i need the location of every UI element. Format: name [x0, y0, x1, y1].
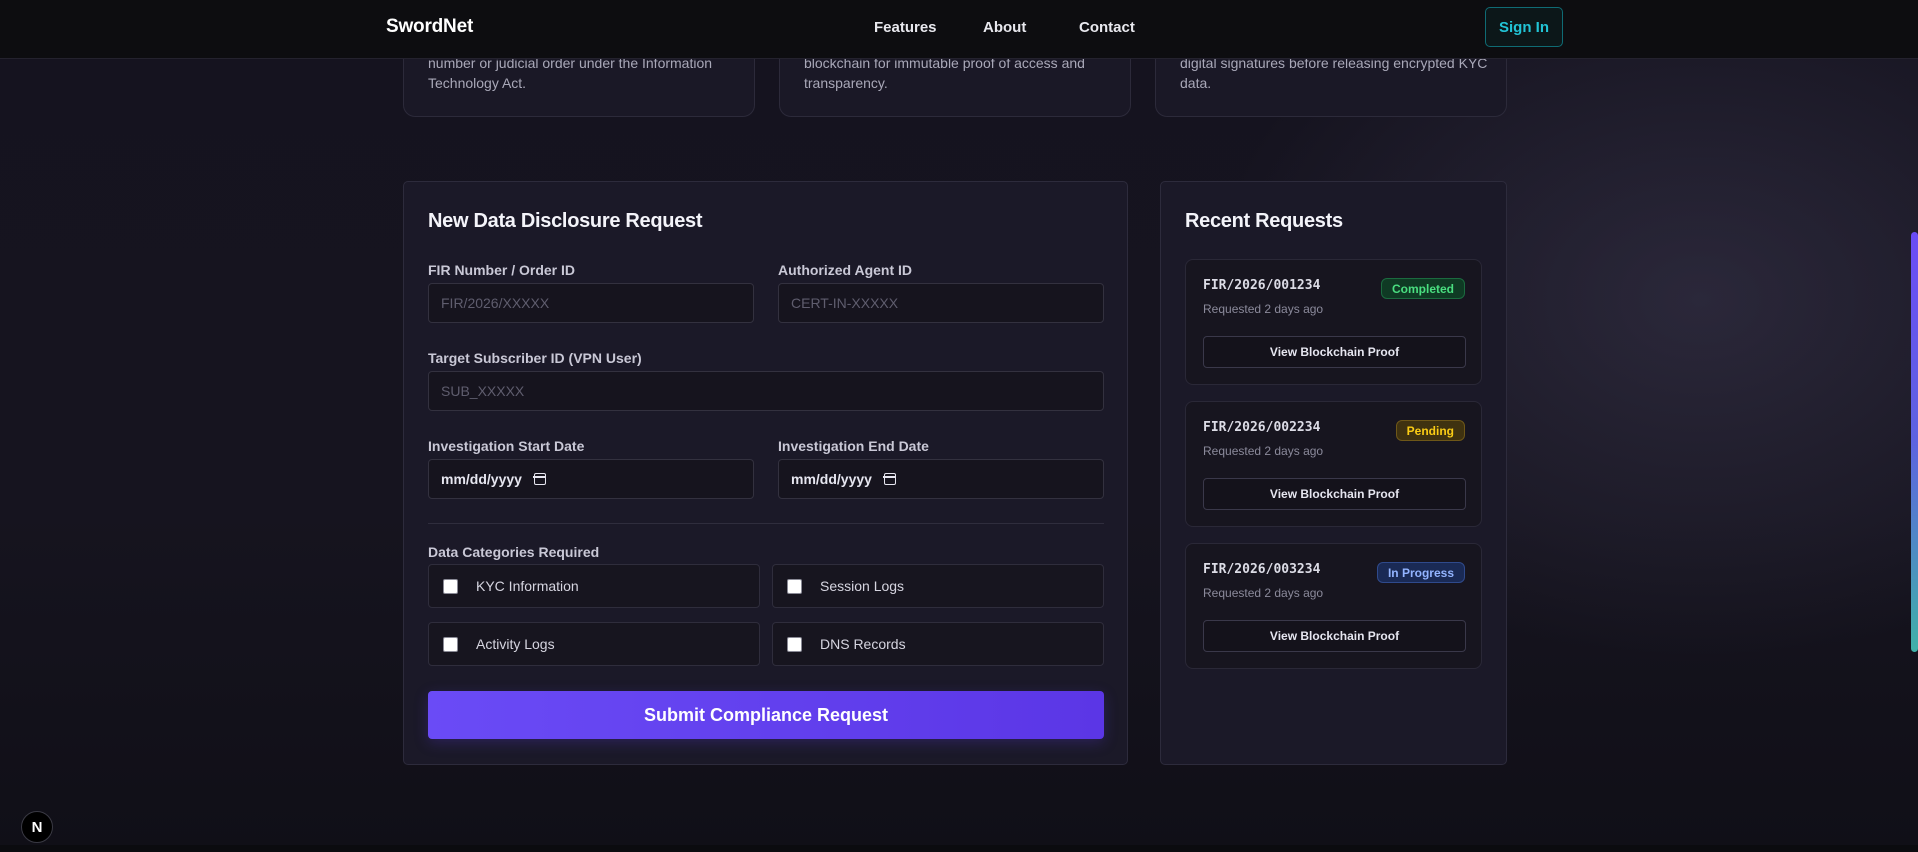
start-date-input[interactable]: mm/dd/yyyy: [428, 459, 754, 499]
feature-card-text: blockchain for immutable proof of access…: [804, 55, 1085, 91]
view-blockchain-proof-button[interactable]: View Blockchain Proof: [1203, 478, 1466, 510]
end-date-value: mm/dd/yyyy: [791, 471, 872, 487]
disclosure-request-form: New Data Disclosure Request FIR Number /…: [403, 181, 1128, 765]
submit-request-button[interactable]: Submit Compliance Request: [428, 691, 1104, 739]
request-time: Requested 2 days ago: [1203, 302, 1324, 316]
calendar-icon[interactable]: [533, 473, 547, 485]
checkbox-label: Activity Logs: [476, 636, 555, 652]
feature-card-text: digital signatures before releasing encr…: [1180, 55, 1488, 91]
request-item: FIR/2026/001234 Requested 2 days ago Com…: [1185, 259, 1482, 385]
category-activity-logs-checkbox[interactable]: Activity Logs: [428, 622, 760, 666]
section-divider: [428, 523, 1104, 524]
recent-requests-title: Recent Requests: [1185, 210, 1343, 232]
start-date-value: mm/dd/yyyy: [441, 471, 522, 487]
bottom-edge: [0, 845, 1918, 852]
checkbox-label: DNS Records: [820, 636, 906, 652]
subscriber-label: Target Subscriber ID (VPN User): [428, 350, 642, 366]
checkbox-label: KYC Information: [476, 578, 579, 594]
category-kyc-checkbox[interactable]: KYC Information: [428, 564, 760, 608]
recent-requests-panel: Recent Requests FIR/2026/001234 Requeste…: [1160, 181, 1507, 765]
checkbox-square[interactable]: [787, 578, 802, 594]
request-time: Requested 2 days ago: [1203, 586, 1324, 600]
view-blockchain-proof-button[interactable]: View Blockchain Proof: [1203, 620, 1466, 652]
fir-input[interactable]: [428, 283, 754, 323]
request-time: Requested 2 days ago: [1203, 444, 1324, 458]
request-item: FIR/2026/002234 Requested 2 days ago Pen…: [1185, 401, 1482, 527]
status-badge: Completed: [1380, 278, 1465, 299]
category-session-logs-checkbox[interactable]: Session Logs: [772, 564, 1104, 608]
nav-link-about[interactable]: About: [983, 19, 1026, 36]
category-dns-records-checkbox[interactable]: DNS Records: [772, 622, 1104, 666]
request-id: FIR/2026/003234: [1203, 562, 1321, 577]
agent-label: Authorized Agent ID: [778, 262, 913, 278]
end-date-input[interactable]: mm/dd/yyyy: [778, 459, 1104, 499]
request-item: FIR/2026/003234 Requested 2 days ago In …: [1185, 543, 1482, 669]
view-blockchain-proof-button[interactable]: View Blockchain Proof: [1203, 336, 1466, 368]
end-date-label: Investigation End Date: [778, 438, 929, 454]
checkbox-square[interactable]: [787, 636, 802, 652]
categories-label: Data Categories Required: [428, 544, 600, 560]
dev-tools-badge[interactable]: N: [21, 811, 53, 843]
start-date-label: Investigation Start Date: [428, 438, 585, 454]
nav-link-features[interactable]: Features: [874, 19, 937, 36]
scrollbar-thumb[interactable]: [1911, 232, 1918, 652]
subscriber-id-input[interactable]: [428, 371, 1104, 411]
agent-id-input[interactable]: [778, 283, 1104, 323]
calendar-icon[interactable]: [883, 473, 897, 485]
top-navbar: SwordNet Features About Contact Sign In: [0, 0, 1918, 59]
status-badge: In Progress: [1376, 562, 1465, 583]
checkbox-square[interactable]: [443, 578, 458, 594]
form-title: New Data Disclosure Request: [428, 210, 703, 232]
brand-logo[interactable]: SwordNet: [386, 16, 473, 38]
feature-card-text: number or judicial order under the Infor…: [428, 55, 713, 91]
status-badge: Pending: [1395, 420, 1465, 441]
sign-in-button[interactable]: Sign In: [1485, 7, 1563, 47]
checkbox-label: Session Logs: [820, 578, 905, 594]
request-id: FIR/2026/002234: [1203, 420, 1321, 435]
nav-link-contact[interactable]: Contact: [1079, 19, 1135, 36]
request-id: FIR/2026/001234: [1203, 278, 1321, 293]
checkbox-square[interactable]: [443, 636, 458, 652]
fir-label: FIR Number / Order ID: [428, 262, 576, 278]
